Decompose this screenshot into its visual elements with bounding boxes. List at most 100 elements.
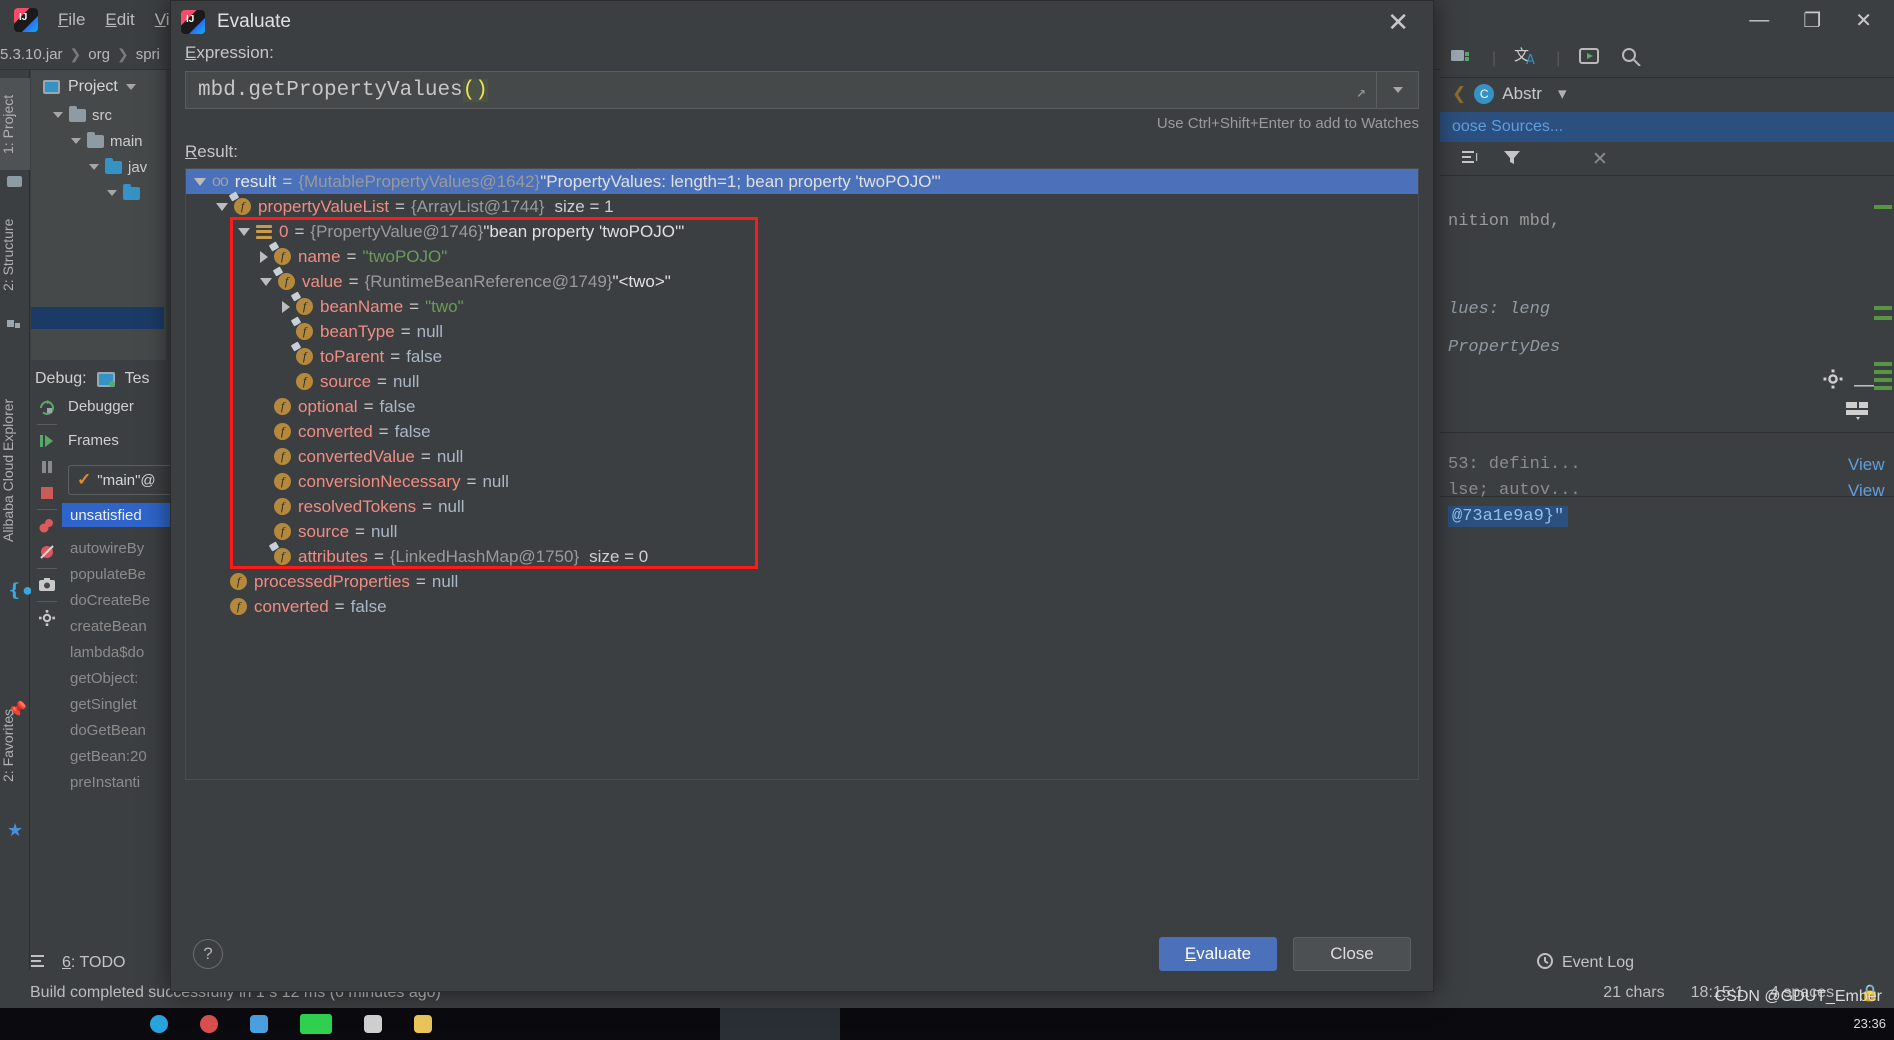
evaluate-button[interactable]: Evaluate — [1159, 937, 1277, 971]
close-icon[interactable]: ✕ — [1855, 8, 1872, 33]
frame-item[interactable]: lambda$do — [70, 639, 180, 665]
chevron-down-icon[interactable] — [125, 84, 136, 90]
frame-item[interactable]: getSinglet — [70, 691, 180, 717]
frame-item-selected[interactable]: unsatisfied — [62, 503, 172, 527]
close-icon[interactable]: ✕ — [1373, 9, 1423, 35]
result-tree[interactable]: oo result = {MutablePropertyValues@1642} "P… — [185, 168, 1419, 780]
resume-button[interactable] — [32, 428, 62, 454]
chevron-down-icon[interactable] — [216, 202, 228, 211]
tree-row[interactable]: f converted = false — [186, 594, 1418, 619]
camera-icon[interactable] — [32, 572, 62, 598]
tree-row[interactable]: f source = null — [186, 369, 1418, 394]
pause-button[interactable] — [32, 454, 62, 480]
breadcrumb-item-0[interactable]: 5.3.10.jar — [0, 46, 63, 63]
view-breakpoints-button[interactable] — [32, 513, 62, 539]
chevron-down-icon[interactable] — [53, 112, 63, 118]
chevron-right-icon[interactable] — [260, 250, 268, 263]
layout-icon[interactable] — [1845, 400, 1871, 427]
mute-breakpoints-button[interactable] — [32, 539, 62, 565]
filter-icon[interactable] — [1502, 148, 1522, 171]
run-icon[interactable] — [1578, 46, 1602, 71]
expression-input[interactable]: mbd.getPropertyValues() ↗ — [185, 71, 1377, 109]
sidebar-item-structure[interactable]: 2: Structure — [0, 200, 30, 310]
choose-sources-banner[interactable]: oose Sources... — [1440, 112, 1894, 142]
project-tree-row[interactable] — [31, 180, 166, 206]
chevron-down-icon[interactable] — [238, 227, 250, 236]
settings-gear-icon[interactable] — [32, 605, 62, 631]
minimize-icon[interactable]: — — [1749, 9, 1769, 32]
project-tree-row[interactable]: jav — [31, 154, 166, 180]
expand-all-icon[interactable]: I — [1460, 148, 1482, 171]
search-icon[interactable] — [1620, 46, 1642, 71]
tree-row[interactable]: f converted = false — [186, 419, 1418, 444]
rerun-button[interactable] — [32, 395, 62, 421]
tree-row[interactable]: f conversionNecessary = null — [186, 469, 1418, 494]
help-button[interactable]: ? — [193, 939, 223, 969]
editor-file-tab[interactable]: ❮ C Abstr ▾ — [1440, 78, 1894, 110]
tree-row[interactable]: oo result = {MutablePropertyValues@1642} "P… — [186, 169, 1418, 194]
menu-edit[interactable]: Edit — [105, 10, 134, 30]
stop-button[interactable] — [32, 480, 62, 506]
close-button[interactable]: Close — [1293, 937, 1411, 971]
star-icon[interactable]: ★ — [7, 820, 23, 840]
chevron-down-icon[interactable]: ▾ — [1558, 84, 1567, 104]
chevron-down-icon[interactable] — [194, 177, 206, 186]
tree-row[interactable]: f processedProperties = null — [186, 569, 1418, 594]
translate-icon[interactable]: 文A — [1514, 45, 1538, 72]
sidebar-item-alibaba-cloud-explorer[interactable]: Alibaba Cloud Explorer — [0, 370, 30, 570]
frame-item[interactable]: createBean — [70, 613, 180, 639]
tree-row[interactable]: f value = {RuntimeBeanReference@1749} "<two… — [186, 266, 1418, 294]
frame-item[interactable]: preInstanti — [70, 769, 180, 795]
expression-history-dropdown[interactable] — [1377, 71, 1419, 109]
folder-add-icon[interactable] — [1450, 46, 1474, 71]
breadcrumb-item-2[interactable]: spri — [136, 46, 160, 63]
minimize-icon[interactable]: — — [1854, 374, 1874, 397]
expand-editor-icon[interactable]: ↗ — [1356, 82, 1366, 102]
tree-row[interactable]: f convertedValue = null — [186, 444, 1418, 469]
breadcrumb-item-1[interactable]: org — [88, 46, 110, 63]
frame-item[interactable]: doCreateBe — [70, 587, 180, 613]
restore-icon[interactable]: ❐ — [1803, 8, 1821, 33]
chevron-down-icon[interactable] — [107, 190, 117, 196]
close-icon[interactable]: ✕ — [1592, 148, 1608, 171]
frame-item[interactable]: autowireBy — [70, 535, 180, 561]
taskbar-app-icon[interactable] — [250, 1015, 268, 1033]
taskbar-app-icon[interactable] — [150, 1015, 168, 1033]
log-view-link[interactable]: View — [1848, 455, 1885, 475]
pin-icon[interactable]: 📌 — [7, 700, 27, 719]
event-log-button[interactable]: Event Log — [1536, 948, 1634, 978]
chevron-down-icon[interactable] — [260, 277, 272, 286]
debug-tab-debugger[interactable]: Debugger — [68, 398, 134, 415]
frame-item[interactable]: getBean:20 — [70, 743, 180, 769]
sidebar-item-project[interactable]: 1: Project — [0, 78, 30, 170]
log-view-link[interactable]: View — [1848, 481, 1885, 501]
chevron-down-icon[interactable] — [89, 164, 99, 170]
taskbar-clock[interactable]: 23:36 — [1853, 1008, 1886, 1040]
frame-item[interactable]: getObject: — [70, 665, 180, 691]
thread-selector[interactable]: ✓ "main"@ — [68, 465, 178, 495]
gear-icon[interactable] — [1822, 368, 1844, 395]
tree-row[interactable]: f toParent = false — [186, 341, 1418, 369]
tree-row[interactable]: f source = null — [186, 519, 1418, 544]
chevron-right-icon[interactable] — [282, 300, 290, 313]
tree-row[interactable]: f beanName = "two" — [186, 291, 1418, 319]
chevron-down-icon[interactable] — [71, 138, 81, 144]
frame-item[interactable]: doGetBean — [70, 717, 180, 743]
taskbar-app-icon[interactable] — [300, 1014, 332, 1034]
tree-row[interactable]: 0 = {PropertyValue@1746} "bean property 't… — [186, 219, 1418, 244]
taskbar-app-icon[interactable] — [200, 1015, 218, 1033]
bottom-tab-todo[interactable]: 6: TODO — [62, 954, 125, 972]
tree-row[interactable]: f resolvedTokens = null — [186, 494, 1418, 519]
project-tree-row[interactable]: src — [31, 102, 166, 128]
taskbar-app-icon[interactable] — [364, 1015, 382, 1033]
tree-row[interactable]: f propertyValueList = {ArrayList@1744} size … — [186, 191, 1418, 219]
project-tree-row[interactable]: main — [31, 128, 166, 154]
tree-row[interactable]: f attributes = {LinkedHashMap@1750} size = 0 — [186, 541, 1418, 569]
frame-item[interactable]: populateBe — [70, 561, 180, 587]
tree-row[interactable]: f optional = false — [186, 394, 1418, 419]
taskbar-active-window[interactable] — [720, 1008, 840, 1040]
menu-file[interactable]: File — [58, 10, 85, 30]
tree-row[interactable]: f beanType = null — [186, 316, 1418, 344]
taskbar-app-icon[interactable] — [414, 1015, 432, 1033]
tree-row[interactable]: f name = "twoPOJO" — [186, 241, 1418, 269]
